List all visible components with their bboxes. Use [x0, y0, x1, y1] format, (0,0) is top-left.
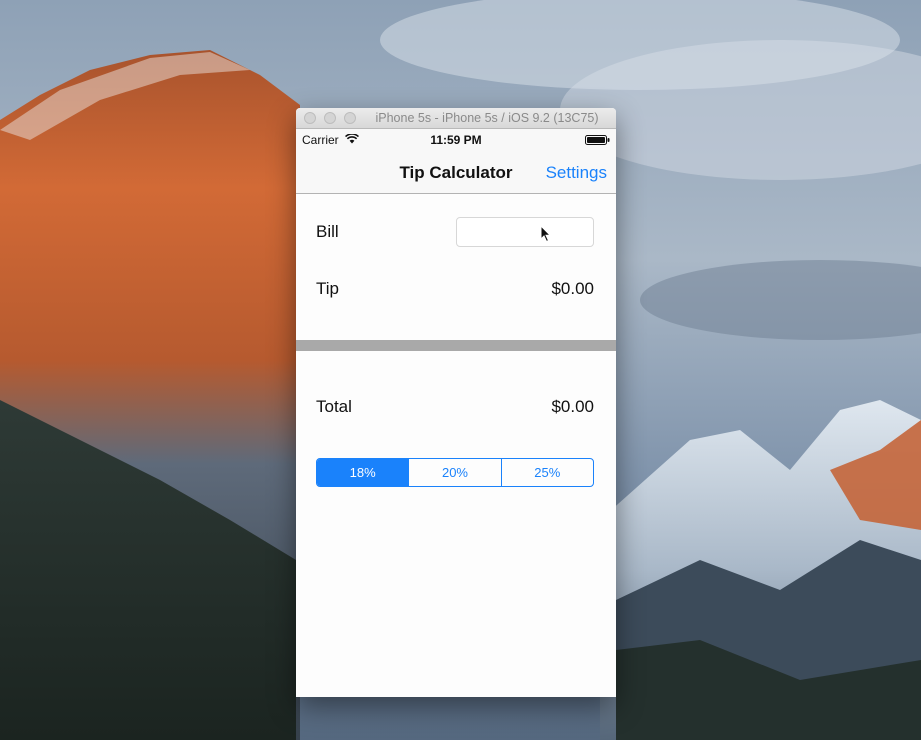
close-button[interactable] [304, 112, 316, 124]
battery-icon [585, 135, 610, 145]
zoom-button[interactable] [344, 112, 356, 124]
navigation-bar: Tip Calculator Settings [296, 151, 616, 194]
section-divider [296, 340, 616, 351]
status-time: 11:59 PM [430, 133, 482, 147]
total-label: Total [316, 397, 352, 416]
minimize-button[interactable] [324, 112, 336, 124]
settings-button[interactable]: Settings [546, 163, 607, 183]
status-bar: Carrier 11:59 PM [296, 129, 616, 151]
simulator-window: iPhone 5s - iPhone 5s / iOS 9.2 (13C75) … [296, 108, 616, 697]
window-title: iPhone 5s - iPhone 5s / iOS 9.2 (13C75) [375, 111, 599, 125]
bill-input[interactable] [456, 217, 594, 247]
window-titlebar: iPhone 5s - iPhone 5s / iOS 9.2 (13C75) [296, 108, 616, 129]
tip-label: Tip [316, 279, 339, 298]
tip-amount: $0.00 [551, 279, 594, 298]
mouse-pointer-icon [540, 225, 552, 243]
tip-segment-25[interactable]: 25% [500, 459, 593, 486]
tip-percentage-control: 18% 20% 25% [316, 458, 594, 487]
tip-segment-20[interactable]: 20% [408, 459, 500, 486]
bill-label: Bill [316, 222, 339, 241]
total-amount: $0.00 [551, 397, 594, 416]
tip-segment-18[interactable]: 18% [317, 459, 409, 486]
